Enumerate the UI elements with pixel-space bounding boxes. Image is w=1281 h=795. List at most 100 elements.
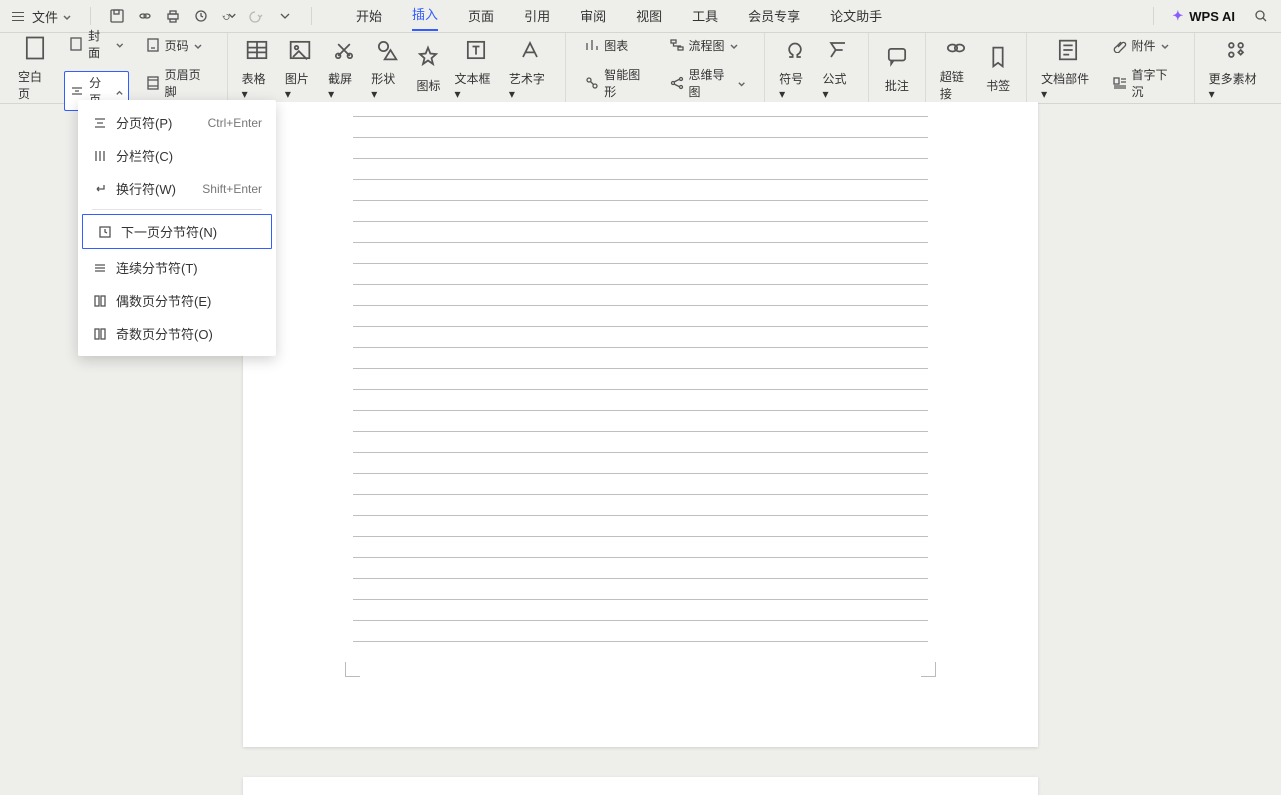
mindmap-icon [669, 75, 685, 91]
tab-home[interactable]: 开始 [356, 4, 382, 31]
menu-even-page-section[interactable]: 偶数页分节符(E) [78, 284, 276, 317]
file-label: 文件 [32, 7, 58, 26]
tab-thesis[interactable]: 论文助手 [830, 4, 882, 31]
page-content-lines [353, 102, 928, 642]
textbox-icon [462, 36, 490, 64]
tab-member[interactable]: 会员专享 [748, 4, 800, 31]
tab-page[interactable]: 页面 [468, 4, 494, 31]
page-1 [243, 102, 1038, 747]
link-icon[interactable] [137, 8, 153, 24]
blank-page-button[interactable]: 空白页 [12, 34, 58, 102]
equation-button[interactable]: 公式 ▾ [816, 36, 859, 101]
screenshot-button[interactable]: 截屏 ▾ [322, 36, 365, 101]
overflow-icon[interactable] [277, 8, 293, 24]
table-button[interactable]: 表格 ▾ [236, 36, 279, 101]
tab-reference[interactable]: 引用 [524, 4, 550, 31]
ribbon: 空白页 封面 分页 页码 页眉页脚 [0, 33, 1281, 104]
tab-review[interactable]: 审阅 [580, 4, 606, 31]
wps-ai-label: WPS AI [1189, 9, 1235, 24]
search-icon[interactable] [1253, 8, 1269, 24]
divider [311, 7, 312, 25]
bookmark-button[interactable]: 书签 [978, 43, 1018, 94]
chevron-up-icon [115, 86, 124, 96]
continuous-section-icon [92, 260, 108, 276]
divider [1153, 7, 1154, 25]
column-break-icon [92, 148, 108, 164]
tab-tools[interactable]: 工具 [692, 4, 718, 31]
header-footer-button[interactable]: 页眉页脚 [141, 64, 213, 102]
chart-icon [584, 37, 600, 53]
tab-view[interactable]: 视图 [636, 4, 662, 31]
flowchart-button[interactable]: 流程图 [665, 35, 751, 56]
quick-access [109, 8, 293, 24]
attachment-button[interactable]: 附件 [1108, 35, 1180, 56]
building-blocks-button[interactable]: 文档部件 ▾ [1035, 36, 1101, 101]
hyperlink-icon [942, 34, 970, 62]
history-icon[interactable] [193, 8, 209, 24]
picture-button[interactable]: 图片 ▾ [279, 36, 322, 101]
sparkle-grid-icon [1222, 36, 1250, 64]
odd-page-section-icon [92, 326, 108, 342]
page-margin-markers [345, 662, 936, 677]
chevron-down-icon [193, 40, 203, 50]
menu-odd-page-section[interactable]: 奇数页分节符(O) [78, 317, 276, 350]
cover-icon [68, 36, 84, 52]
chart-button[interactable]: 图表 [580, 35, 652, 56]
chevron-down-icon [115, 39, 125, 49]
shape-icon [373, 36, 401, 64]
comment-button[interactable]: 批注 [877, 43, 917, 94]
scissors-icon [330, 36, 358, 64]
hamburger-icon [12, 12, 24, 21]
paperclip-icon [1112, 37, 1128, 53]
page-number-button[interactable]: 页码 [141, 35, 213, 56]
page-break-icon [69, 83, 85, 99]
shape-button[interactable]: 形状 ▾ [365, 36, 408, 101]
flowchart-icon [669, 37, 685, 53]
icon-button[interactable]: 图标 [408, 43, 448, 94]
textbox-button[interactable]: 文本框 ▾ [448, 36, 502, 101]
comment-icon [883, 43, 911, 71]
main-tabs: 开始 插入 页面 引用 审阅 视图 工具 会员专享 论文助手 [356, 2, 882, 31]
star-icon [414, 43, 442, 71]
symbol-button[interactable]: 符号 ▾ [773, 36, 816, 101]
save-icon[interactable] [109, 8, 125, 24]
menu-separator [92, 209, 262, 210]
menu-line-break[interactable]: 换行符(W) Shift+Enter [78, 172, 276, 205]
wordart-button[interactable]: 艺术字 ▾ [503, 36, 557, 101]
file-menu[interactable]: 文件 [12, 7, 72, 26]
menu-next-page-section[interactable]: 下一页分节符(N) [82, 214, 272, 249]
print-icon[interactable] [165, 8, 181, 24]
mindmap-button[interactable]: 思维导图 [665, 64, 751, 102]
page-break-dropdown: 分页符(P) Ctrl+Enter 分栏符(C) 换行符(W) Shift+En… [78, 100, 276, 356]
smartart-button[interactable]: 智能图形 [580, 64, 652, 102]
dropcap-icon [1112, 75, 1128, 91]
header-footer-icon [145, 75, 161, 91]
bookmark-icon [984, 43, 1012, 71]
tab-insert[interactable]: 插入 [412, 2, 438, 31]
page-2 [243, 777, 1038, 795]
divider [90, 7, 91, 25]
smartart-icon [584, 75, 600, 91]
picture-icon [286, 36, 314, 64]
equation-icon [824, 36, 852, 64]
cover-button[interactable]: 封面 [64, 25, 128, 63]
drop-cap-button[interactable]: 首字下沉 [1108, 64, 1180, 102]
next-page-section-icon [97, 224, 113, 240]
redo-icon[interactable] [249, 8, 265, 24]
wordart-icon [516, 36, 544, 64]
table-icon [243, 36, 271, 64]
chevron-down-icon [62, 11, 72, 21]
even-page-section-icon [92, 293, 108, 309]
blank-page-icon [21, 34, 49, 62]
hyperlink-button[interactable]: 超链接 [934, 34, 978, 102]
page-number-icon [145, 37, 161, 53]
menu-continuous-section[interactable]: 连续分节符(T) [78, 251, 276, 284]
sparkle-icon: ✦ [1172, 8, 1183, 24]
omega-icon [781, 36, 809, 64]
titlebar: 文件 开始 插入 页面 引用 审阅 视图 工具 会员专享 论文助手 ✦ WPS … [0, 0, 1281, 33]
undo-icon[interactable] [221, 8, 237, 24]
menu-column-break[interactable]: 分栏符(C) [78, 139, 276, 172]
menu-page-break[interactable]: 分页符(P) Ctrl+Enter [78, 106, 276, 139]
more-elements-button[interactable]: 更多素材 ▾ [1203, 36, 1269, 101]
wps-ai-button[interactable]: ✦ WPS AI [1172, 8, 1235, 24]
